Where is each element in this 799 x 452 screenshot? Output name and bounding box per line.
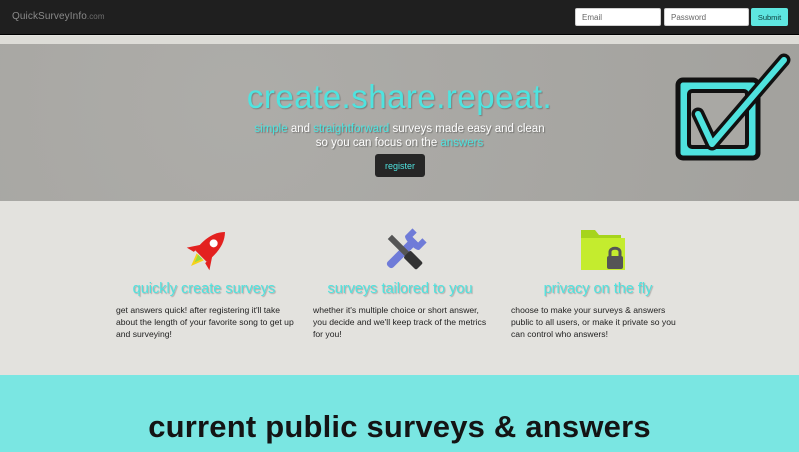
highlight-answers: answers bbox=[440, 137, 484, 149]
checkbox-icon bbox=[675, 53, 791, 161]
brand-tld: .com bbox=[86, 12, 105, 21]
rocket-icon bbox=[186, 232, 225, 271]
feature-title-tailored: surveys tailored to you bbox=[327, 281, 473, 297]
sub-rest: surveys made easy and clean bbox=[389, 123, 545, 135]
highlight-simple: simple bbox=[254, 123, 288, 135]
navbar: QuickSurveyInfo.com Submit bbox=[0, 0, 799, 35]
highlight-straightforward: straightforward bbox=[313, 123, 390, 135]
feature-text-privacy: choose to make your surveys & answers pu… bbox=[511, 305, 676, 339]
hero-title-text: create.share.repeat. bbox=[246, 78, 553, 115]
register-button[interactable]: register bbox=[375, 154, 425, 177]
email-field[interactable] bbox=[575, 8, 661, 26]
hero-divider bbox=[0, 36, 799, 44]
feature-title-privacy: privacy on the fly bbox=[543, 281, 653, 297]
feature-text-tailored: whether it's multiple choice or short an… bbox=[313, 305, 487, 339]
password-field[interactable] bbox=[664, 8, 749, 26]
public-surveys-heading: current public surveys & answers bbox=[148, 409, 651, 444]
tools-icon bbox=[386, 228, 427, 270]
locked-folder-icon bbox=[581, 230, 625, 270]
brand-name: QuickSurveyInfo bbox=[12, 11, 87, 22]
brand-logo[interactable]: QuickSurveyInfo.com bbox=[12, 11, 105, 22]
feature-title-quick: quickly create surveys bbox=[132, 281, 276, 297]
sub-line2: so you can focus on the bbox=[315, 137, 441, 149]
sub-and: and bbox=[287, 123, 314, 135]
submit-button[interactable]: Submit bbox=[751, 8, 788, 26]
feature-text-quick: get answers quick! after registering it'… bbox=[116, 305, 294, 339]
